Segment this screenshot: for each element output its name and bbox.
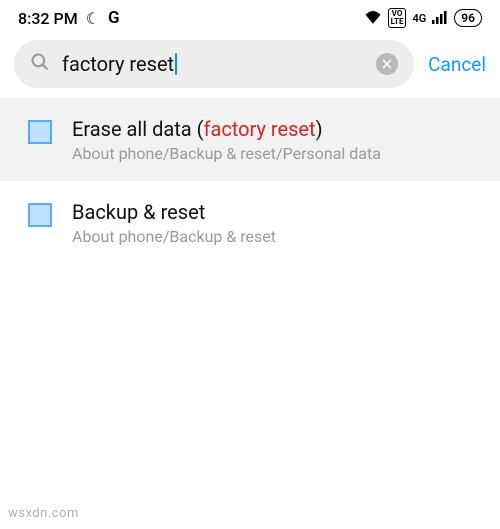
wifi-icon [364,9,382,28]
moon-icon: ☾ [86,9,100,28]
result-title: Backup & reset [72,199,478,225]
search-row: factory reset Cancel [0,32,500,98]
search-result[interactable]: Erase all data (factory reset) About pho… [0,98,500,181]
result-body: Backup & reset About phone/Backup & rese… [72,199,478,246]
status-left: 8:32 PM ☾ G [18,8,120,28]
search-result[interactable]: Backup & reset About phone/Backup & rese… [0,181,500,264]
result-title-post: ) [316,117,323,141]
result-icon [28,120,52,144]
search-query-text: factory reset [62,52,174,76]
result-icon [28,203,52,227]
network-label: 4G [412,12,426,25]
clear-icon[interactable] [376,53,398,75]
search-box[interactable]: factory reset [14,40,414,88]
status-bar: 8:32 PM ☾ G VOLTE 4G 96 [0,0,500,32]
result-title-pre: Erase all data ( [72,117,203,141]
google-icon: G [108,8,120,28]
result-title: Erase all data (factory reset) [72,116,478,142]
watermark: wsxdn.com [8,506,79,521]
search-icon [30,52,50,76]
result-body: Erase all data (factory reset) About pho… [72,116,478,163]
battery-indicator: 96 [454,9,482,27]
result-title-highlight: factory reset [203,117,315,141]
result-path: About phone/Backup & reset/Personal data [72,144,478,163]
search-input[interactable]: factory reset [62,52,364,76]
cancel-button[interactable]: Cancel [428,53,486,76]
result-path: About phone/Backup & reset [72,227,478,246]
text-cursor [175,53,177,75]
signal-icon [432,9,448,28]
volte-icon: VOLTE [388,8,407,28]
status-right: VOLTE 4G 96 [364,8,482,28]
result-title-pre: Backup & reset [72,200,205,224]
status-time: 8:32 PM [18,9,78,28]
